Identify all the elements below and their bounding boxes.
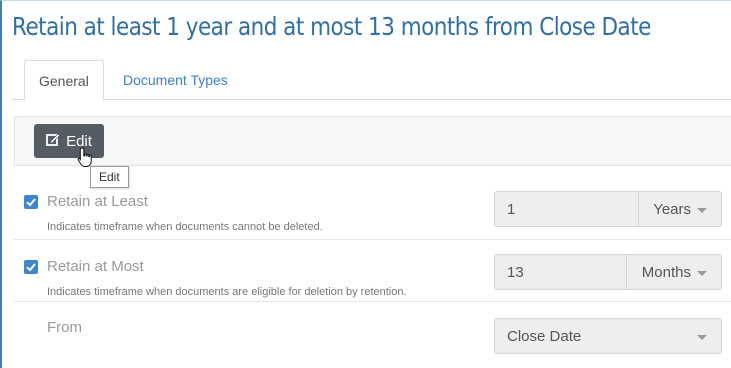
- retain-at-most-description: Indicates timeframe when documents are e…: [47, 286, 407, 298]
- toolbar: Edit: [14, 116, 731, 166]
- retain-at-most-checkbox[interactable]: [24, 260, 38, 274]
- caret-down-icon[interactable]: [697, 271, 707, 276]
- retain-at-least-description: Indicates timeframe when documents canno…: [47, 221, 323, 233]
- retain-at-most-label: Retain at Most: [47, 258, 144, 275]
- tab-bar: General Document Types: [12, 60, 731, 101]
- retain-at-least-unit-select[interactable]: Years: [653, 201, 691, 218]
- page-title: Retain at least 1 year and at most 13 mo…: [12, 12, 651, 41]
- tab-document-types[interactable]: Document Types: [109, 60, 242, 101]
- retain-at-least-field: 1 Years: [494, 191, 722, 227]
- tab-general[interactable]: General: [24, 60, 104, 101]
- field-divider: [638, 192, 639, 226]
- from-select-value: Close Date: [507, 328, 582, 345]
- retain-at-least-value-input[interactable]: 1: [507, 201, 515, 218]
- caret-down-icon: [697, 335, 707, 340]
- pencil-square-icon: [46, 132, 60, 150]
- retain-at-least-checkbox[interactable]: [24, 195, 38, 209]
- from-select[interactable]: Close Date: [494, 318, 722, 354]
- retain-at-most-unit-select[interactable]: Months: [642, 264, 691, 281]
- caret-down-icon[interactable]: [697, 208, 707, 213]
- checkmark-icon: [26, 198, 36, 207]
- checkmark-icon: [26, 263, 36, 272]
- retain-at-most-value-input[interactable]: 13: [507, 264, 524, 281]
- retain-at-least-label: Retain at Least: [47, 193, 148, 210]
- retain-at-most-field: 13 Months: [494, 254, 722, 290]
- field-divider: [626, 255, 627, 289]
- from-label: From: [47, 319, 82, 336]
- edit-tooltip: Edit: [90, 166, 129, 188]
